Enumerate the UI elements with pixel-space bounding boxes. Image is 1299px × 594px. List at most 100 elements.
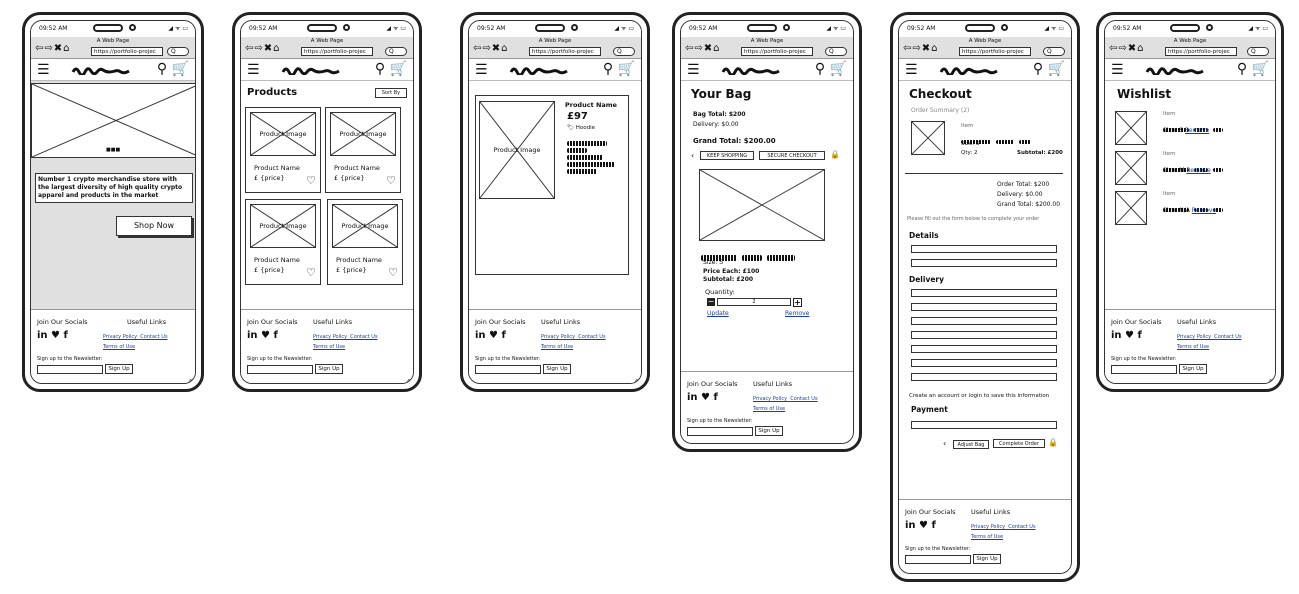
signup-button[interactable]: Sign Up [315, 364, 343, 374]
menu-icon[interactable]: ☰ [247, 63, 260, 77]
delivery-field-4[interactable] [911, 331, 1057, 339]
privacy-link[interactable]: Privacy Policy [103, 334, 137, 340]
delivery-field-7[interactable] [911, 373, 1057, 381]
keep-shopping-button[interactable]: KEEP SHOPPING [700, 151, 754, 160]
newsletter-input[interactable] [905, 555, 971, 564]
quantity-stepper[interactable]: 2 [717, 298, 791, 306]
product-card[interactable]: Product Image Product Name £ {price} ♡ [327, 199, 403, 285]
search-icon[interactable]: Q [385, 47, 407, 56]
header-icons[interactable]: ⚲ 🛒 [815, 61, 847, 77]
wishlist-item[interactable]: Item Size: S Remove [1115, 111, 1265, 147]
terms-link[interactable]: Terms of Use [541, 344, 573, 350]
menu-icon[interactable]: ☰ [37, 63, 50, 77]
social-icons[interactable]: in ♥ f [37, 330, 68, 341]
terms-link[interactable]: Terms of Use [753, 406, 785, 412]
privacy-link[interactable]: Privacy Policy [971, 524, 1005, 530]
complete-order-button[interactable]: Complete Order [993, 439, 1045, 448]
minus-icon[interactable]: − [707, 298, 715, 306]
details-field-2[interactable] [911, 259, 1057, 267]
product-card[interactable]: Product Image Product Name £ {price} ♡ [325, 107, 401, 193]
terms-link[interactable]: Terms of Use [1177, 344, 1209, 350]
browser-nav-icons[interactable]: ⇦⇨✖⌂ [1109, 43, 1144, 54]
chevron-left-icon[interactable]: ‹ [943, 439, 946, 448]
privacy-link[interactable]: Privacy Policy [753, 396, 787, 402]
url-field[interactable]: https://portfolio-projec [959, 47, 1031, 56]
newsletter-input[interactable] [37, 365, 103, 374]
footer-links[interactable]: Privacy Policy Contact Us Terms of Use [1177, 332, 1242, 352]
adjust-bag-button[interactable]: Adjust Bag [953, 440, 989, 449]
url-field[interactable]: https://portfolio-projec [1165, 47, 1237, 56]
heart-icon[interactable]: ♡ [306, 266, 316, 279]
footer-links[interactable]: Privacy Policy Contact Us Terms of Use [541, 332, 606, 352]
browser-nav-icons[interactable]: ⇦⇨✖⌂ [903, 43, 938, 54]
product-card[interactable]: Product Image Product Name £ {price} ♡ [245, 107, 321, 193]
newsletter-input[interactable] [475, 365, 541, 374]
wishlist-remove-link[interactable]: Remove [1186, 167, 1210, 174]
signup-button[interactable]: Sign Up [1179, 364, 1207, 374]
remove-link[interactable]: Remove [785, 310, 809, 317]
menu-icon[interactable]: ☰ [1111, 63, 1124, 77]
product-card[interactable]: Product Image Product Name £ {price} ♡ [245, 199, 321, 285]
contact-link[interactable]: Contact Us [1008, 524, 1035, 530]
sort-select[interactable]: Sort By [375, 88, 407, 98]
header-icons[interactable]: ⚲ 🛒 [1033, 61, 1065, 77]
wishlist-item[interactable]: Item Size: M Remove [1115, 151, 1265, 187]
browser-nav-icons[interactable]: ⇦⇨✖⌂ [245, 43, 280, 54]
signup-button[interactable]: Sign Up [105, 364, 133, 374]
footer-links[interactable]: Privacy Policy Contact Us Terms of Use [313, 332, 378, 352]
wishlist-item[interactable]: Item Size: N/A Remove [1115, 191, 1265, 227]
details-field-1[interactable] [911, 245, 1057, 253]
newsletter-input[interactable] [1111, 365, 1177, 374]
browser-nav-icons[interactable]: ⇦⇨✖⌂ [473, 43, 508, 54]
wishlist-remove-link[interactable]: Remove [1192, 207, 1216, 214]
signup-button[interactable]: Sign Up [973, 554, 1001, 564]
wishlist-remove-link[interactable]: Remove [1185, 127, 1209, 134]
terms-link[interactable]: Terms of Use [971, 534, 1003, 540]
privacy-link[interactable]: Privacy Policy [1177, 334, 1211, 340]
browser-nav-icons[interactable]: ⇦⇨✖⌂ [685, 43, 720, 54]
delivery-field-1[interactable] [911, 289, 1057, 297]
social-icons[interactable]: in ♥ f [905, 520, 936, 531]
privacy-link[interactable]: Privacy Policy [541, 334, 575, 340]
footer-links[interactable]: Privacy Policy Contact Us Terms of Use [103, 332, 168, 352]
url-field[interactable]: https://portfolio-projec [91, 47, 163, 56]
contact-link[interactable]: Contact Us [350, 334, 377, 340]
delivery-field-5[interactable] [911, 345, 1057, 353]
contact-link[interactable]: Contact Us [578, 334, 605, 340]
heart-icon[interactable]: ♡ [386, 174, 396, 187]
privacy-link[interactable]: Privacy Policy [313, 334, 347, 340]
social-icons[interactable]: in ♥ f [687, 392, 718, 403]
newsletter-input[interactable] [247, 365, 313, 374]
delivery-field-2[interactable] [911, 303, 1057, 311]
plus-icon[interactable]: + [793, 298, 802, 307]
terms-link[interactable]: Terms of Use [103, 344, 135, 350]
search-icon[interactable]: Q [613, 47, 635, 56]
signup-button[interactable]: Sign Up [755, 426, 783, 436]
secure-checkout-button[interactable]: SECURE CHECKOUT [759, 151, 825, 160]
url-field[interactable]: https://portfolio-projec [301, 47, 373, 56]
search-icon[interactable]: Q [825, 47, 847, 56]
heart-icon[interactable]: ♡ [306, 174, 316, 187]
header-icons[interactable]: ⚲ 🛒 [375, 61, 407, 77]
footer-links[interactable]: Privacy Policy Contact Us Terms of Use [971, 522, 1036, 542]
terms-link[interactable]: Terms of Use [313, 344, 345, 350]
contact-link[interactable]: Contact Us [1214, 334, 1241, 340]
heart-icon[interactable]: ♡ [388, 266, 398, 279]
social-icons[interactable]: in ♥ f [475, 330, 506, 341]
update-link[interactable]: Update [707, 310, 729, 317]
browser-nav-icons[interactable]: ⇦⇨✖⌂ [35, 43, 70, 54]
footer-links[interactable]: Privacy Policy Contact Us Terms of Use [753, 394, 818, 414]
menu-icon[interactable]: ☰ [687, 63, 700, 77]
header-icons[interactable]: ⚲ 🛒 [1237, 61, 1269, 77]
newsletter-input[interactable] [687, 427, 753, 436]
menu-icon[interactable]: ☰ [475, 63, 488, 77]
url-field[interactable]: https://portfolio-projec [529, 47, 601, 56]
url-field[interactable]: https://portfolio-projec [741, 47, 813, 56]
search-icon[interactable]: Q [1247, 47, 1269, 56]
carousel-dots[interactable]: ■■■ [106, 147, 120, 153]
payment-field[interactable] [911, 421, 1057, 429]
search-icon[interactable]: Q [1043, 47, 1065, 56]
signup-button[interactable]: Sign Up [543, 364, 571, 374]
header-icons[interactable]: ⚲ 🛒 [603, 61, 635, 77]
contact-link[interactable]: Contact Us [790, 396, 817, 402]
